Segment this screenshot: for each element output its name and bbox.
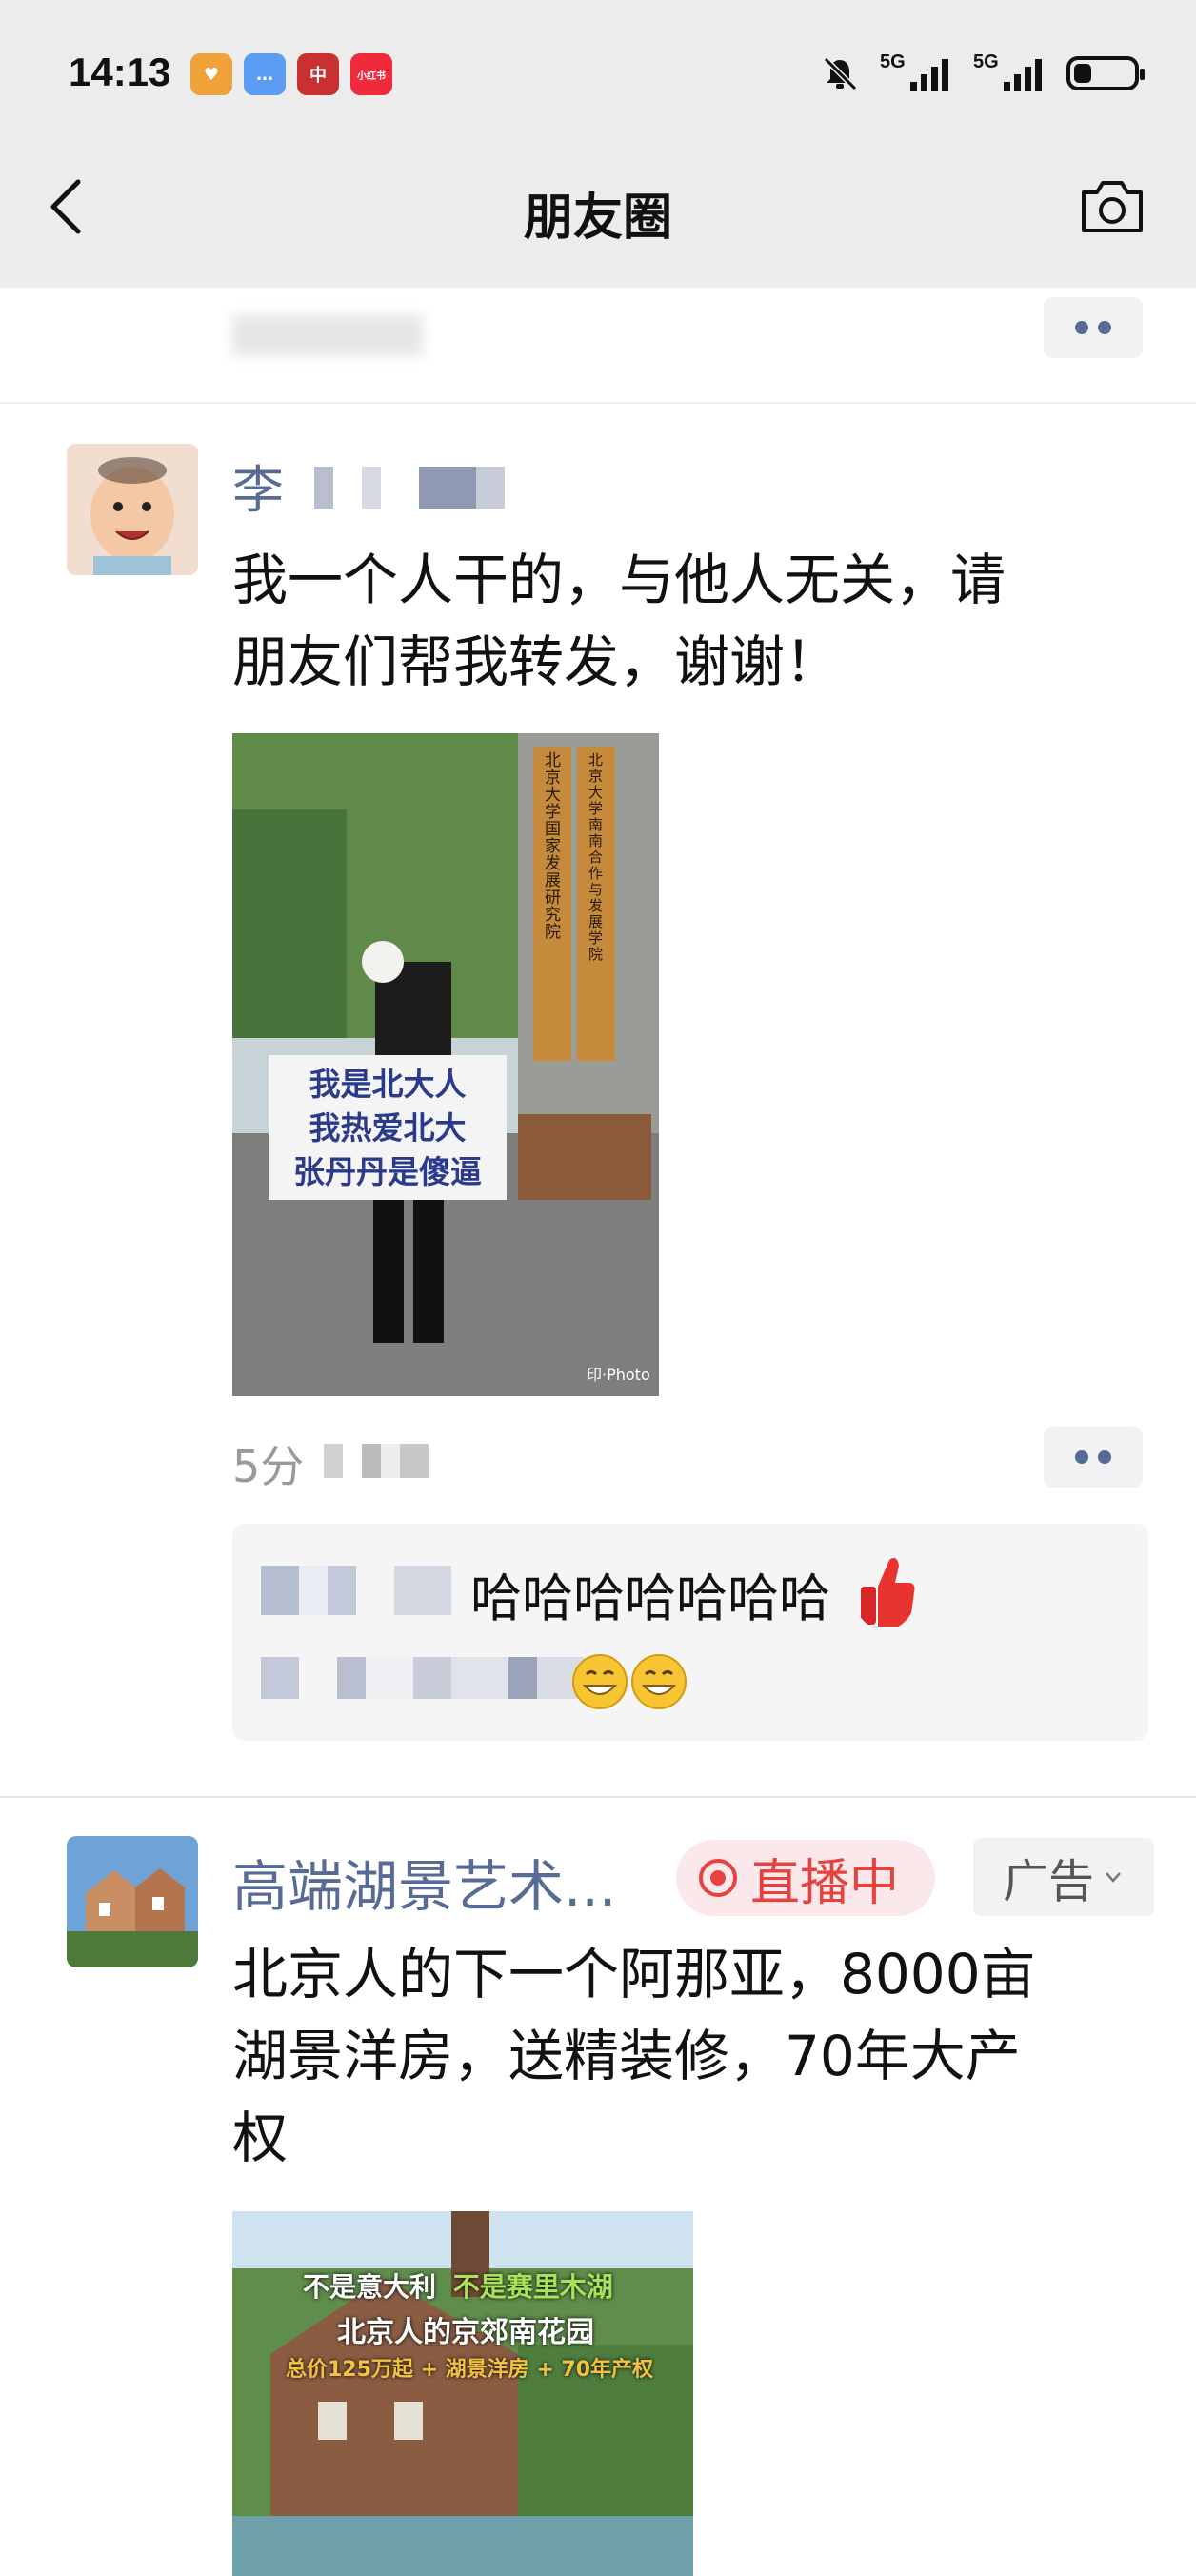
post-separator	[0, 1796, 1196, 1798]
baby-avatar-image	[67, 444, 198, 575]
chevron-down-icon	[1106, 1872, 1121, 1883]
page-title: 朋友圈	[523, 190, 672, 247]
comment-text-1: 哈哈哈哈哈哈哈	[470, 1568, 830, 1628]
ad-image-text-1a: 不是意大利	[303, 2271, 437, 2303]
heart-app-icon: ♥	[190, 53, 232, 95]
camera-icon[interactable]	[1078, 177, 1146, 236]
more-button[interactable]	[1044, 297, 1143, 358]
censored-name-mosaic	[314, 467, 505, 509]
status-bar: 14:13 ♥ … 中 小红书 5G 5G	[0, 0, 1196, 152]
protest-sign: 我是北大人 我热爱北大 张丹丹是傻逼	[293, 1066, 482, 1190]
comment-area: 哈哈哈哈哈哈哈	[232, 1524, 1148, 1741]
more-button[interactable]	[1044, 1427, 1143, 1488]
live-badge[interactable]: 直播中	[676, 1840, 935, 1916]
ad-image-text-2: 北京人的京郊南花园	[337, 2316, 594, 2349]
blurred-text	[232, 314, 423, 356]
ad-account-name[interactable]: 高端湖景艺术...	[232, 1842, 616, 1922]
post-text-line-2: 朋友们帮我转发，谢谢！	[232, 629, 841, 694]
ad-text-line-2: 湖景洋房，送精装修，70年大产	[232, 2024, 1021, 2088]
ad-avatar[interactable]	[67, 1836, 198, 1967]
ad-label-button[interactable]: 广告	[973, 1838, 1154, 1916]
previous-post-partial	[0, 288, 1196, 404]
post-photo[interactable]: 北京大学 国家发展研究院 北京大学 南南合作与发展学院 我是北大人 我热爱北大 …	[232, 733, 659, 1396]
post-author-name[interactable]: 李	[232, 448, 284, 523]
ad-photo[interactable]: 不是意大利 不是赛里木湖 北京人的京郊南花园 总价125万起 + 湖景洋房 + …	[232, 2211, 693, 2576]
avatar[interactable]	[67, 444, 198, 575]
censored-commenter-mosaic	[261, 1566, 451, 1615]
ad-image-text-1b: 不是赛里木湖	[452, 2271, 613, 2303]
plaque-right-text: 北京大学 南南合作与发展学院	[588, 751, 604, 963]
xiaohongshu-app-icon: 小红书	[350, 53, 392, 95]
status-time: 14:13	[69, 50, 171, 94]
censored-time-mosaic	[324, 1444, 429, 1478]
bell-off-icon	[823, 56, 858, 91]
grin-emoji-icon	[572, 1654, 628, 1709]
censored-comment-mosaic	[261, 1657, 585, 1699]
post-text-line-1: 我一个人干的，与他人无关，请	[232, 548, 1007, 612]
bank-app-icon: 中	[297, 53, 339, 95]
ad-text-line-1: 北京人的下一个阿那亚，8000亩	[232, 1942, 1036, 2007]
villa-avatar-image	[67, 1836, 198, 1967]
signal-icon-1: 5G	[880, 51, 952, 95]
ad-image-text-3: 总价125万起 + 湖景洋房 + 70年产权	[286, 2358, 654, 2382]
chat-app-icon: …	[244, 53, 286, 95]
plaque-left-text: 北京大学 国家发展研究院	[545, 751, 561, 942]
battery-icon	[1066, 56, 1145, 90]
post-timestamp: 5分	[232, 1441, 305, 1492]
live-dot-icon	[699, 1859, 737, 1897]
grin-emoji-icon	[631, 1654, 687, 1709]
ad-text-line-3: 权	[232, 2106, 289, 2170]
photo-watermark: 印·Photo	[587, 1366, 650, 1384]
thumbs-up-icon	[861, 1558, 915, 1627]
signal-icon-2: 5G	[973, 51, 1046, 95]
